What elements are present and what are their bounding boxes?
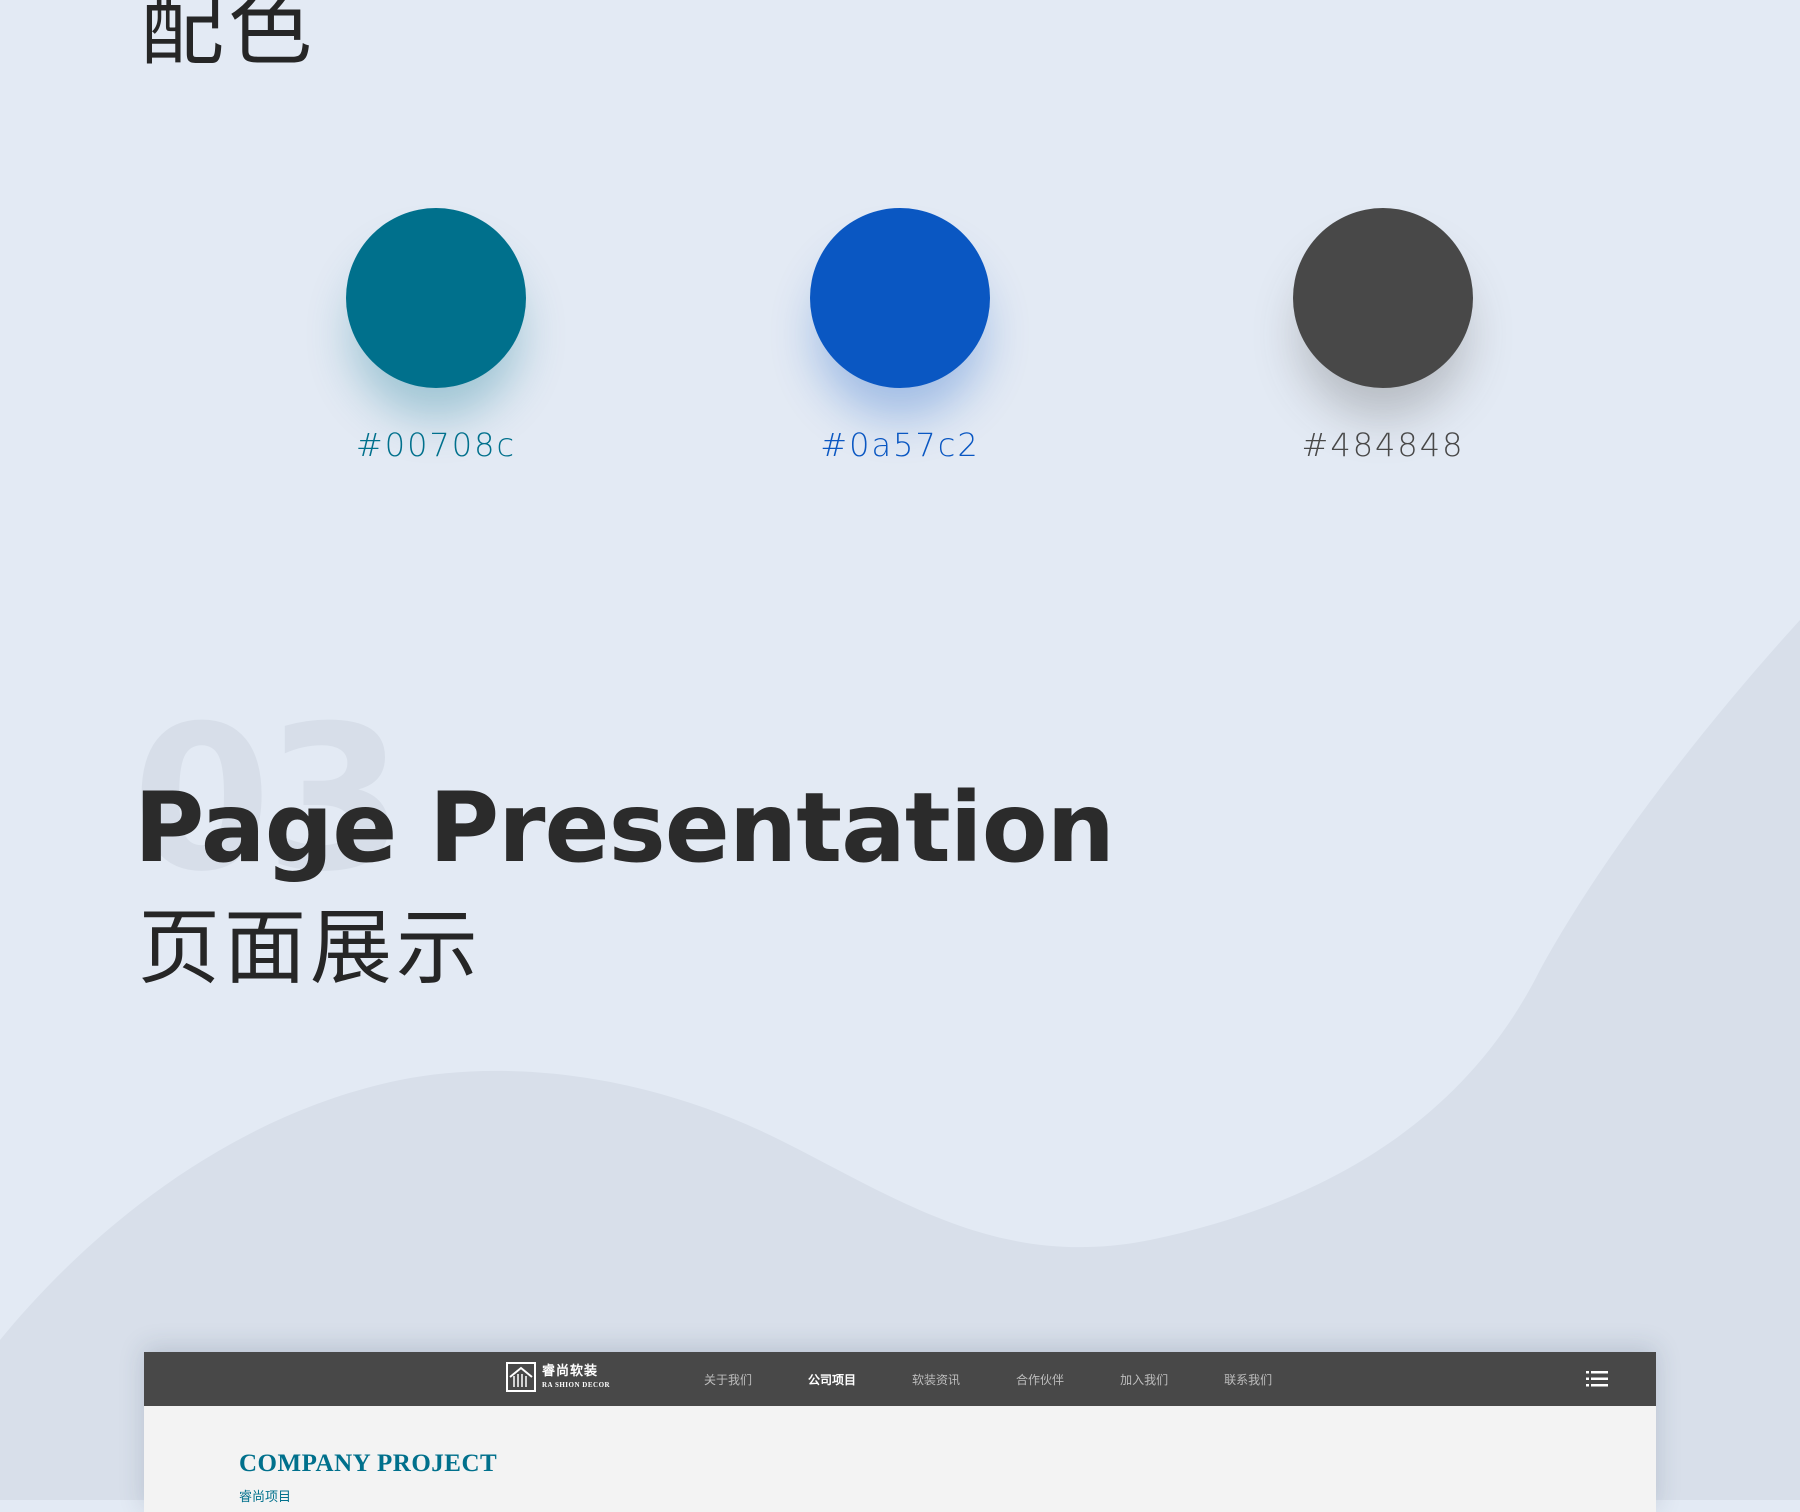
logo-text-en: RA SHION DECOR: [542, 1381, 611, 1389]
preview-page-subheading: 睿尚项目: [239, 1490, 292, 1505]
nav-item-partners[interactable]: 合作伙伴: [1016, 1371, 1064, 1388]
page-preview: 睿尚软装 RA SHION DECOR 关于我们 公司项目 软装资讯 合作伙伴 …: [144, 1352, 1656, 1512]
section-title: Page Presentation: [134, 772, 1115, 884]
color-code: #484848: [1301, 426, 1465, 464]
section-subtitle: 页面展示: [138, 901, 483, 996]
colors-section-title: 配色: [140, 0, 317, 77]
nav-item-projects[interactable]: 公司项目: [808, 1371, 856, 1388]
preview-logo[interactable]: 睿尚软装 RA SHION DECOR: [506, 1362, 610, 1392]
color-dot: [1293, 208, 1473, 388]
nav-item-about[interactable]: 关于我们: [704, 1371, 752, 1388]
nav-item-news[interactable]: 软装资讯: [912, 1371, 960, 1388]
color-code: #0a57c2: [820, 426, 980, 464]
preview-navbar: 睿尚软装 RA SHION DECOR 关于我们 公司项目 软装资讯 合作伙伴 …: [144, 1352, 1656, 1406]
preview-page-heading: COMPANY PROJECT: [239, 1450, 498, 1477]
color-swatch-teal: #00708c: [316, 208, 556, 464]
house-logo-icon: [506, 1362, 536, 1392]
logo-text-cn: 睿尚软装: [542, 1364, 599, 1379]
nav-item-join[interactable]: 加入我们: [1120, 1371, 1168, 1388]
preview-nav-menu: 关于我们 公司项目 软装资讯 合作伙伴 加入我们 联系我们: [704, 1352, 1328, 1406]
color-dot: [810, 208, 990, 388]
color-code: #00708c: [355, 426, 517, 464]
nav-item-contact[interactable]: 联系我们: [1224, 1371, 1272, 1388]
color-swatch-blue: #0a57c2: [780, 208, 1020, 464]
color-dot: [346, 208, 526, 388]
color-swatch-gray: #484848: [1263, 208, 1503, 464]
list-menu-icon[interactable]: [1586, 1370, 1608, 1388]
